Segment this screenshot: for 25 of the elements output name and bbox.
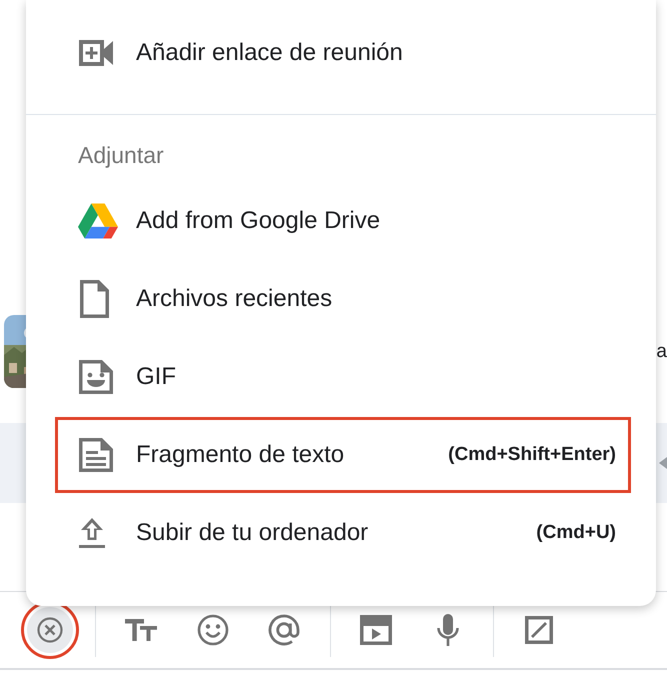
drive-icon bbox=[78, 203, 118, 239]
message-text: a bbox=[656, 340, 667, 362]
text-format-icon bbox=[125, 617, 157, 643]
menu-item[interactable]: Fragmento de texto (Cmd+Shift+Enter) bbox=[55, 417, 631, 493]
menu-item[interactable]: Subir de tu ordenador (Cmd+U) bbox=[55, 495, 631, 571]
shortcut-text: (Cmd+Shift+Enter) bbox=[448, 444, 616, 466]
at-sign-icon bbox=[268, 614, 302, 646]
upload-icon bbox=[78, 517, 106, 549]
caret-icon bbox=[659, 457, 667, 469]
section-title: Adjuntar bbox=[77, 141, 165, 170]
video-plus-icon bbox=[78, 39, 114, 67]
slash-box-icon bbox=[524, 615, 554, 645]
smiley-file-icon bbox=[78, 359, 114, 395]
clapperboard-icon bbox=[359, 614, 393, 646]
close-icon bbox=[37, 617, 63, 643]
file-icon bbox=[78, 279, 110, 319]
document-icon bbox=[78, 437, 114, 473]
emoji-icon bbox=[197, 614, 229, 646]
microphone-icon bbox=[436, 613, 460, 647]
menu-item[interactable]: Añadir enlace de reunión bbox=[26, 15, 656, 91]
menu-item[interactable]: GIF bbox=[55, 339, 631, 415]
menu-item[interactable]: Add from Google Drive bbox=[55, 183, 631, 259]
shortcut-text: (Cmd+U) bbox=[536, 522, 616, 544]
close-button[interactable] bbox=[27, 607, 73, 653]
menu-item[interactable]: Archivos recientes bbox=[55, 261, 631, 337]
